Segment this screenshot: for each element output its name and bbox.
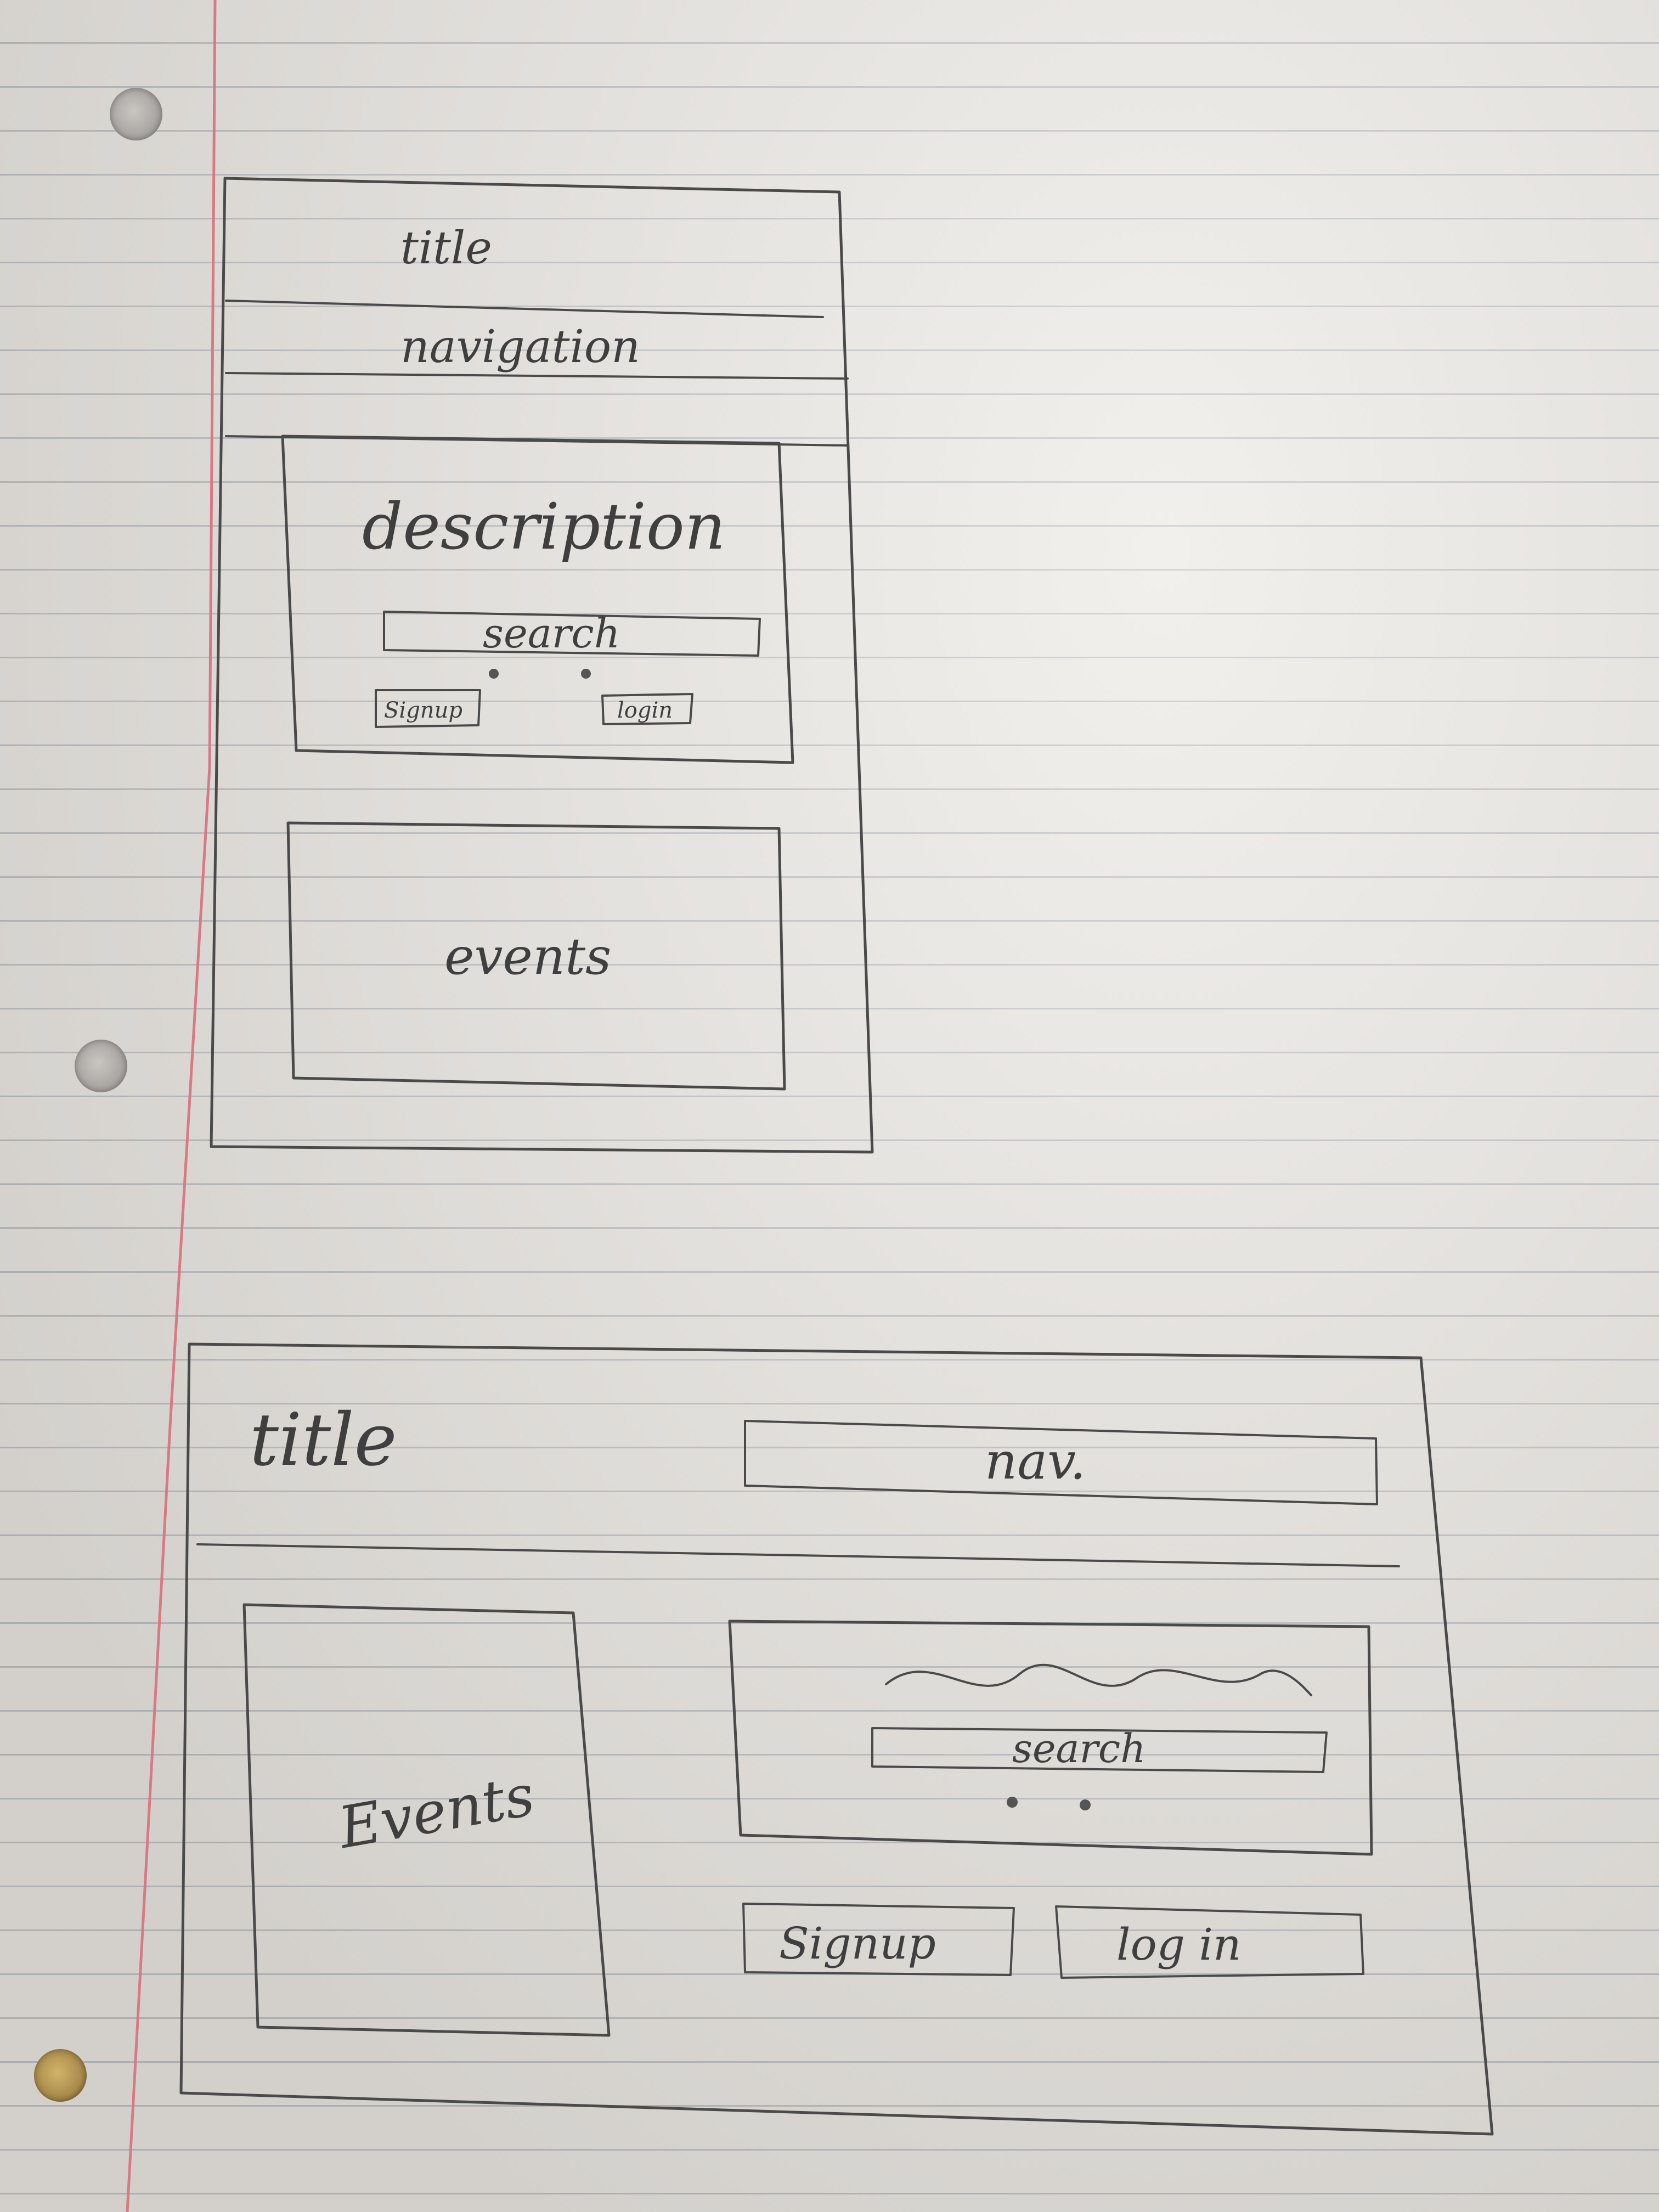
mobile-description-panel — [281, 435, 794, 764]
mobile-title-divider — [225, 300, 824, 318]
desktop-search-label: search — [1012, 1725, 1146, 1771]
mobile-search-label: search — [483, 610, 620, 657]
mobile-title-label: title — [400, 222, 492, 274]
desktop-nav-label: nav. — [985, 1432, 1086, 1491]
mobile-carousel-dot-1[interactable] — [489, 669, 499, 679]
desktop-login-label: log in — [1116, 1919, 1242, 1970]
mobile-signup-button[interactable]: Signup — [375, 689, 481, 728]
mobile-login-button[interactable]: login — [601, 693, 693, 725]
desktop-wireframe: title nav. Events search Signup log in — [179, 1342, 1494, 2136]
desktop-signup-label: Signup — [779, 1918, 936, 1969]
mobile-signup-label: Signup — [384, 698, 462, 723]
desktop-description-squiggle — [885, 1663, 1312, 1696]
mobile-description-label: description — [362, 490, 725, 564]
mobile-navigation-label: navigation — [400, 321, 640, 373]
mobile-navigation-divider — [225, 372, 849, 380]
desktop-signup-button[interactable]: Signup — [742, 1903, 1015, 1976]
desktop-header-divider — [196, 1543, 1400, 1567]
desktop-nav-bar[interactable]: nav. — [744, 1420, 1378, 1505]
desktop-carousel-dot-2[interactable] — [1080, 1799, 1091, 1810]
mobile-wireframe: title navigation description search Sign… — [210, 177, 874, 1154]
desktop-login-button[interactable]: log in — [1055, 1905, 1364, 1979]
mobile-carousel-dot-2[interactable] — [581, 669, 591, 679]
desktop-events-label: Events — [333, 1762, 539, 1862]
mobile-login-label: login — [617, 698, 673, 723]
desktop-carousel-dot-1[interactable] — [1007, 1797, 1018, 1808]
desktop-title-label: title — [250, 1398, 397, 1482]
mobile-events-label: events — [444, 927, 611, 986]
wireframe-sketches: title navigation description search Sign… — [179, 177, 1494, 2136]
